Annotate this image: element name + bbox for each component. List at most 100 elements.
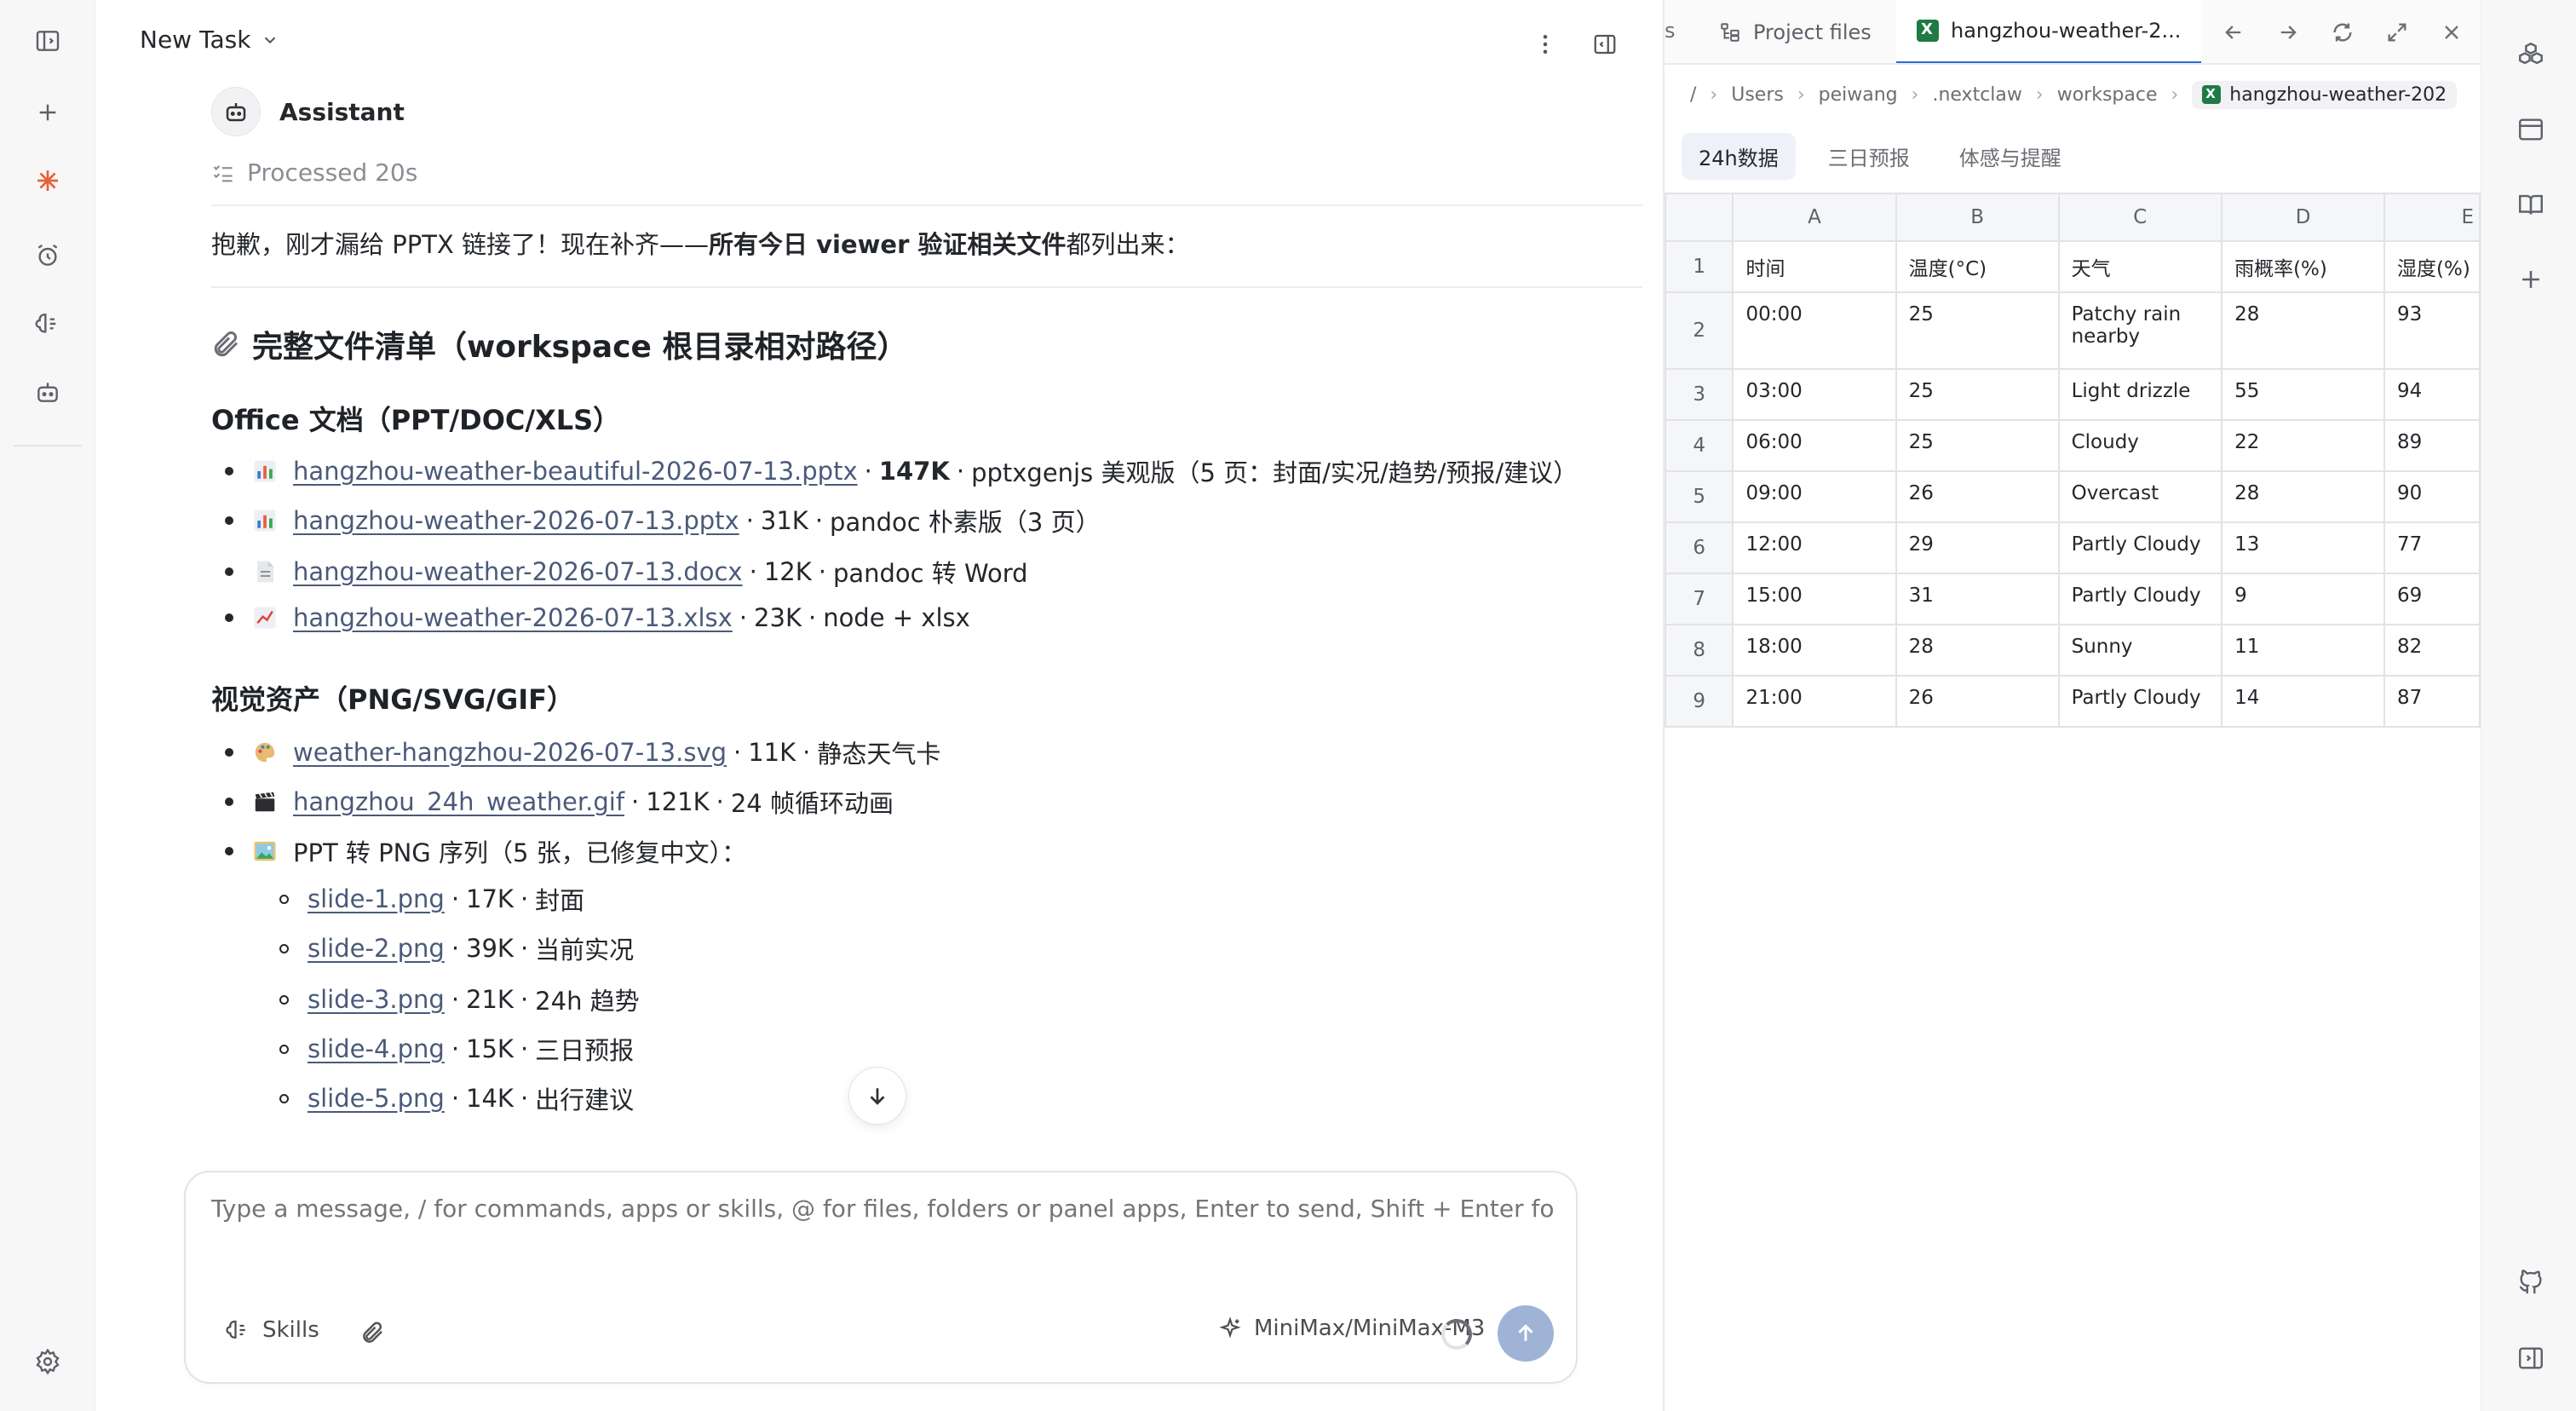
table-cell[interactable]: 11 xyxy=(2221,624,2386,677)
task-title-dropdown[interactable]: New Task xyxy=(140,26,279,54)
table-cell[interactable]: 时间 xyxy=(1732,240,1897,293)
table-cell[interactable]: Light drizzle xyxy=(2057,368,2223,421)
table-cell[interactable]: 93 xyxy=(2383,291,2481,370)
add-icon[interactable] xyxy=(2512,261,2550,298)
file-link[interactable]: slide-1.png xyxy=(308,884,445,913)
attach-button[interactable] xyxy=(356,1316,390,1350)
settings-gear-icon[interactable] xyxy=(27,1341,68,1382)
file-link[interactable]: hangzhou-weather-2026-07-13.docx xyxy=(293,557,743,586)
table-cell[interactable]: 31 xyxy=(1895,573,2060,625)
table-cell[interactable]: 55 xyxy=(2221,368,2386,421)
sparkle-brand-icon[interactable] xyxy=(27,160,68,201)
table-cell[interactable]: 69 xyxy=(2383,573,2481,625)
table-cell[interactable]: 22 xyxy=(2221,419,2386,472)
table-cell[interactable]: 82 xyxy=(2383,624,2481,677)
file-link[interactable]: slide-2.png xyxy=(308,934,445,963)
table-cell[interactable]: 09:00 xyxy=(1732,470,1897,523)
row-header[interactable]: 1 xyxy=(1664,240,1734,293)
column-header[interactable]: A xyxy=(1732,193,1897,242)
breadcrumb-item[interactable]: peiwang xyxy=(1819,84,1898,106)
file-link[interactable]: hangzhou-weather-2026-07-13.pptx xyxy=(293,506,739,535)
column-header[interactable]: C xyxy=(2057,193,2223,242)
table-cell[interactable]: Partly Cloudy xyxy=(2057,573,2223,625)
forward-arrow-icon[interactable] xyxy=(2273,17,2303,48)
tab-project-files[interactable]: Project files xyxy=(1699,0,1892,63)
table-cell[interactable]: 28 xyxy=(2221,470,2386,523)
skills-brain-icon[interactable] xyxy=(27,303,68,344)
file-link[interactable]: hangzhou-weather-2026-07-13.xlsx xyxy=(293,603,733,632)
row-header[interactable]: 6 xyxy=(1664,521,1734,574)
row-header[interactable]: 7 xyxy=(1664,573,1734,625)
table-cell[interactable]: 湿度(%) xyxy=(2383,240,2481,293)
table-cell[interactable]: Cloudy xyxy=(2057,419,2223,472)
table-cell[interactable]: Patchy rain nearby xyxy=(2057,291,2223,370)
table-cell[interactable]: 13 xyxy=(2221,521,2386,574)
processed-status[interactable]: Processed 20s xyxy=(211,158,417,187)
toggle-panel-icon[interactable] xyxy=(1588,27,1622,61)
github-icon[interactable] xyxy=(2512,1263,2550,1300)
table-cell[interactable]: 90 xyxy=(2383,470,2481,523)
table-cell[interactable]: 26 xyxy=(1895,470,2060,523)
table-cell[interactable]: 26 xyxy=(1895,675,2060,728)
table-cell[interactable]: 00:00 xyxy=(1732,291,1897,370)
breadcrumb-item[interactable]: workspace xyxy=(2057,84,2158,106)
table-cell[interactable]: 9 xyxy=(2221,573,2386,625)
row-header[interactable]: 5 xyxy=(1664,470,1734,523)
apps-cubes-icon[interactable] xyxy=(2512,36,2550,73)
table-cell[interactable]: 雨概率(%) xyxy=(2221,240,2386,293)
tab-weather-xlsx[interactable]: hangzhou-weather-2... xyxy=(1896,0,2202,63)
book-icon[interactable] xyxy=(2512,186,2550,223)
column-header[interactable]: E xyxy=(2383,193,2481,242)
row-header[interactable]: 8 xyxy=(1664,624,1734,677)
sheet-tab-3day[interactable]: 三日预报 xyxy=(1811,133,1927,180)
table-cell[interactable]: 25 xyxy=(1895,368,2060,421)
table-cell[interactable]: 28 xyxy=(2221,291,2386,370)
message-input[interactable] xyxy=(211,1195,1554,1223)
table-cell[interactable]: 25 xyxy=(1895,419,2060,472)
table-cell[interactable]: Sunny xyxy=(2057,624,2223,677)
breadcrumb-item[interactable]: Users xyxy=(1731,84,1784,106)
tab-truncated[interactable]: s xyxy=(1665,19,1676,43)
breadcrumb-item[interactable]: .nextclaw xyxy=(1932,84,2021,106)
browser-window-icon[interactable] xyxy=(2512,111,2550,148)
alarm-clock-icon[interactable] xyxy=(27,235,68,276)
expand-icon[interactable] xyxy=(2382,17,2412,48)
table-cell[interactable]: 06:00 xyxy=(1732,419,1897,472)
table-cell[interactable]: 12:00 xyxy=(1732,521,1897,574)
refresh-icon[interactable] xyxy=(2327,17,2358,48)
corner-cell[interactable] xyxy=(1664,193,1734,242)
table-cell[interactable]: 89 xyxy=(2383,419,2481,472)
file-link[interactable]: slide-5.png xyxy=(308,1084,445,1113)
table-cell[interactable]: 03:00 xyxy=(1732,368,1897,421)
table-cell[interactable]: 29 xyxy=(1895,521,2060,574)
table-cell[interactable]: 15:00 xyxy=(1732,573,1897,625)
file-link[interactable]: hangzhou-weather-beautiful-2026-07-13.pp… xyxy=(293,457,858,486)
table-cell[interactable]: 87 xyxy=(2383,675,2481,728)
row-header[interactable]: 9 xyxy=(1664,675,1734,728)
bot-icon[interactable] xyxy=(27,371,68,412)
row-header[interactable]: 2 xyxy=(1664,291,1734,370)
column-header[interactable]: D xyxy=(2221,193,2386,242)
send-button[interactable] xyxy=(1498,1305,1554,1362)
more-vertical-icon[interactable] xyxy=(1528,27,1562,61)
table-cell[interactable]: 28 xyxy=(1895,624,2060,677)
table-cell[interactable]: Overcast xyxy=(2057,470,2223,523)
table-cell[interactable]: Partly Cloudy xyxy=(2057,675,2223,728)
table-cell[interactable]: 18:00 xyxy=(1732,624,1897,677)
file-link[interactable]: slide-3.png xyxy=(308,985,445,1014)
row-header[interactable]: 3 xyxy=(1664,368,1734,421)
file-link[interactable]: weather-hangzhou-2026-07-13.svg xyxy=(293,738,727,767)
new-task-icon[interactable] xyxy=(27,92,68,133)
scroll-to-bottom-button[interactable] xyxy=(848,1067,906,1125)
breadcrumb-item[interactable]: / xyxy=(1690,84,1696,106)
back-arrow-icon[interactable] xyxy=(2218,17,2249,48)
table-cell[interactable]: 77 xyxy=(2383,521,2481,574)
skills-button[interactable]: Skills xyxy=(225,1317,319,1343)
file-link[interactable]: hangzhou_24h_weather.gif xyxy=(293,787,624,816)
sheet-tab-24h[interactable]: 24h数据 xyxy=(1682,133,1796,180)
collapse-panel-icon[interactable] xyxy=(2512,1339,2550,1377)
file-link[interactable]: slide-4.png xyxy=(308,1034,445,1063)
toggle-sidebar-icon[interactable] xyxy=(27,20,68,61)
table-cell[interactable]: 温度(°C) xyxy=(1895,240,2060,293)
sheet-tab-feels[interactable]: 体感与提醒 xyxy=(1942,133,2079,180)
